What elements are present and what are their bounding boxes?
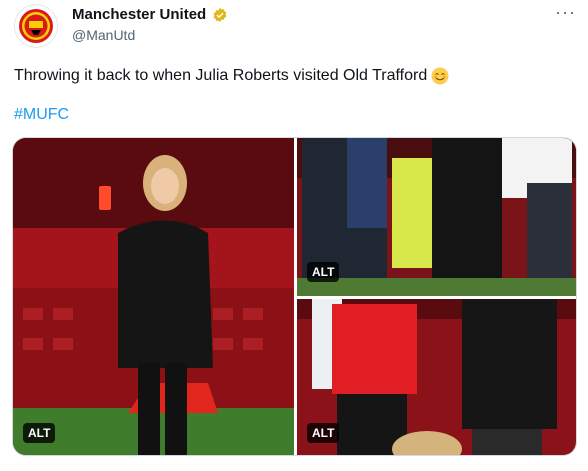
smiling-face-emoji-icon bbox=[431, 67, 449, 85]
more-options-icon[interactable]: ··· bbox=[555, 2, 576, 23]
photo-image bbox=[13, 138, 294, 455]
photo-julia-roberts-phone[interactable]: ALT bbox=[13, 138, 294, 455]
alt-badge[interactable]: ALT bbox=[23, 423, 56, 443]
photo-child-in-united-shirt[interactable]: ALT bbox=[297, 299, 576, 455]
author-name[interactable]: Manchester United bbox=[72, 6, 206, 23]
tweet-text: Throwing it back to when Julia Roberts v… bbox=[14, 66, 449, 86]
photo-crowd-pitch[interactable]: ALT bbox=[297, 138, 576, 296]
media-grid: ALT ALT ALT bbox=[12, 137, 577, 456]
tweet-text-content: Throwing it back to when Julia Roberts v… bbox=[14, 67, 428, 84]
hashtag-link[interactable]: #MUFC bbox=[14, 106, 69, 124]
avatar[interactable] bbox=[14, 4, 58, 48]
author-handle[interactable]: @ManUtd bbox=[72, 27, 135, 43]
alt-badge[interactable]: ALT bbox=[307, 423, 340, 443]
manchester-united-crest-icon bbox=[19, 9, 53, 43]
alt-badge[interactable]: ALT bbox=[307, 262, 340, 282]
verified-badge-icon bbox=[213, 7, 227, 22]
